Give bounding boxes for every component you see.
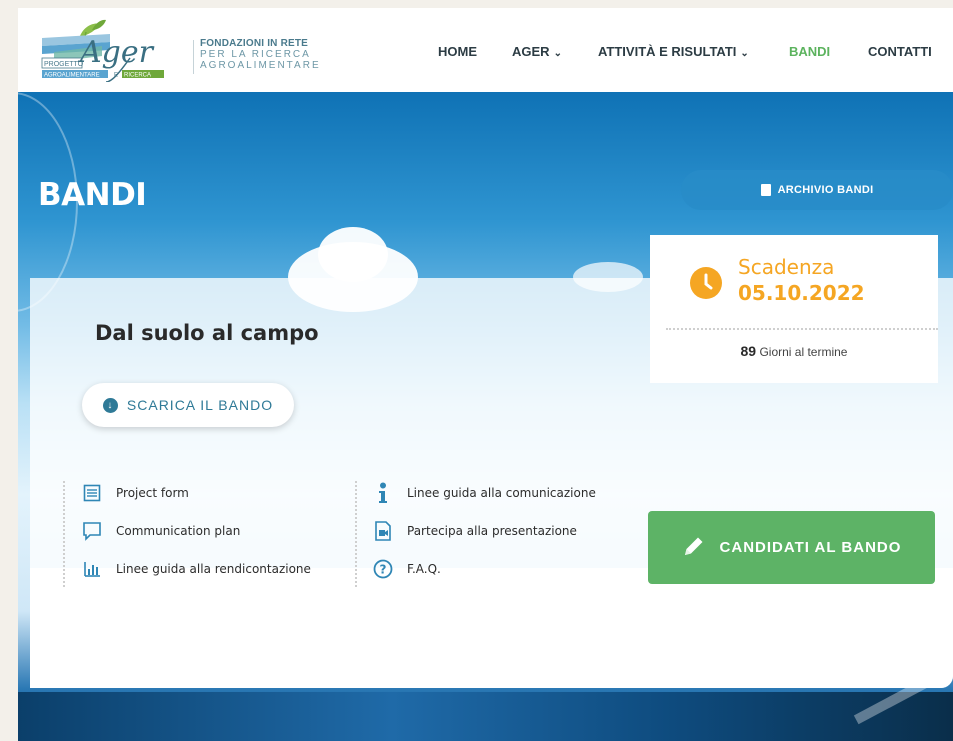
apply-button-label: CANDIDATI AL BANDO [719,539,902,556]
ager-logo[interactable]: PROGETTO AGROALIMENTARE E RICERCA Ager [40,16,180,83]
site-header: PROGETTO AGROALIMENTARE E RICERCA Ager F… [18,8,953,92]
nav-home-label: HOME [438,44,477,59]
nav-attivita-label: ATTIVITÀ E RISULTATI [598,44,737,59]
doc-faq[interactable]: ? F.A.Q. [373,559,441,579]
deadline-box: Scadenza 05.10.2022 89 Giorni al termine [650,235,938,383]
cloud-shape [318,227,388,282]
doc-label: F.A.Q. [407,562,441,576]
nav-ager[interactable]: AGER ⌄ [512,44,562,59]
doc-partecipa-presentazione[interactable]: Partecipa alla presentazione [373,521,577,541]
chevron-down-icon: ⌄ [553,48,562,59]
tagline-line3: AGROALIMENTARE [200,60,321,71]
doc-label: Linee guida alla comunicazione [407,486,596,500]
documents-column-right [355,481,357,587]
documents-column-left [63,481,65,587]
days-number: 89 [740,343,757,359]
download-button-label: SCARICA IL BANDO [126,397,274,413]
archive-icon [760,184,771,196]
logo-ricerca-text: RICERCA [124,73,151,79]
doc-communication-plan[interactable]: Communication plan [82,521,240,541]
chevron-down-icon: ⌄ [740,48,749,59]
deadline-label: Scadenza [738,255,835,279]
doc-label: Project form [116,486,189,500]
doc-label: Partecipa alla presentazione [407,524,577,538]
hero-bottom-band [18,692,953,741]
doc-label: Communication plan [116,524,241,538]
page-title: BANDI [38,177,147,213]
deadline-date: 05.10.2022 [738,281,865,305]
logo-ager-text: Ager [77,35,155,70]
tagline-line2: PER LA RICERCA [200,49,311,60]
apply-button[interactable]: CANDIDATI AL BANDO [648,511,935,584]
question-circle-icon: ? [373,559,393,579]
pencil-icon [682,534,706,562]
deadline-separator [666,328,938,330]
nav-contatti-label: CONTATTI [868,44,932,59]
nav-home[interactable]: HOME [438,44,477,59]
doc-linee-comunicazione[interactable]: Linee guida alla comunicazione [373,482,596,503]
nav-contatti[interactable]: CONTATTI [868,44,932,59]
logo-progetto-text: PROGETTO [44,61,84,68]
nav-bandi[interactable]: BANDI [789,44,830,59]
doc-label: Linee guida alla rendicontazione [116,562,311,576]
svg-text:?: ? [380,563,387,577]
doc-project-form[interactable]: Project form [82,483,189,503]
speech-bubble-icon [82,521,102,541]
bando-title: Dal suolo al campo [95,321,319,345]
nav-ager-label: AGER [512,44,550,59]
logo-tagline: FONDAZIONI IN RETE PER LA RICERCA AGROAL… [200,38,321,71]
doc-linee-rendicontazione[interactable]: Linee guida alla rendicontazione [82,559,311,579]
archive-button[interactable]: ARCHIVIO BANDI [681,170,953,210]
days-remaining: 89 Giorni al termine [650,343,938,359]
tagline-line1: FONDAZIONI IN RETE [200,38,309,49]
nav-bandi-label: BANDI [789,44,831,59]
logo-divider [193,40,194,74]
logo-agroalimentare-text: AGROALIMENTARE [44,73,100,79]
hero-section: BANDI ARCHIVIO BANDI Dal suolo al campo … [18,92,953,741]
card-bottom [30,568,953,688]
archive-button-label: ARCHIVIO BANDI [777,184,874,196]
days-text: Giorni al termine [759,345,848,359]
info-icon [373,482,393,503]
nav-attivita[interactable]: ATTIVITÀ E RISULTATI ⌄ [598,44,749,59]
download-arrow-icon: ↓ [102,397,118,413]
download-bando-button[interactable]: ↓ SCARICA IL BANDO [82,383,294,427]
clock-icon [690,267,722,299]
list-form-icon [82,483,102,503]
video-file-icon [373,521,393,541]
bar-chart-icon [82,559,102,579]
